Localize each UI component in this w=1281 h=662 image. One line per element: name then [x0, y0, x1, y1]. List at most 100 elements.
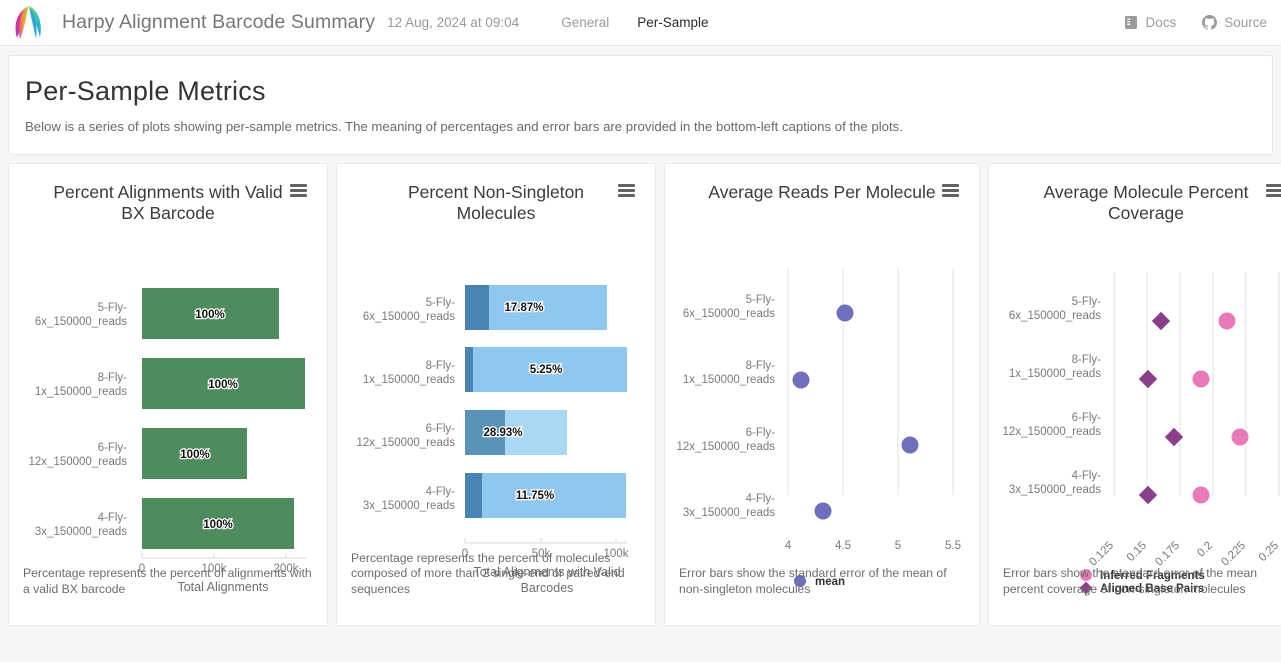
- chart-2-cat-2-line2: 12x_150000_reads: [357, 437, 456, 449]
- chart-4-xtick-1: 0.15: [1125, 540, 1149, 564]
- chart-4-cat-3-line2: 3x_150000_reads: [1009, 484, 1101, 496]
- chart-3-cat-3-line1: 4-Fly-: [746, 493, 776, 505]
- chart-3-plot-area: 5-Fly- 6x_150000_reads 8-Fly- 1x_150000_…: [665, 220, 979, 625]
- chart-1-cat-2-line2: 12x_150000_reads: [29, 456, 128, 468]
- chart-1-cat-0-line1: 5-Fly-: [98, 302, 128, 314]
- card-2-title: Percent Non-Singleton Molecules: [407, 182, 585, 223]
- chart-4-diamond-0[interactable]: [1151, 311, 1171, 331]
- chart-2-bar-1-seg-nonsingleton[interactable]: [465, 347, 473, 392]
- docs-link[interactable]: Docs: [1124, 15, 1176, 30]
- github-icon: [1202, 15, 1218, 30]
- chart-3-svg: 5-Fly- 6x_150000_reads 8-Fly- 1x_150000_…: [677, 268, 954, 520]
- card-3-caption: Error bars show the standard error of th…: [679, 566, 947, 596]
- chart-1-cat-1-line2: 1x_150000_reads: [35, 386, 127, 398]
- chart-4-xtick-0: 0.125: [1087, 540, 1116, 569]
- source-link-label: Source: [1224, 15, 1267, 30]
- chart-3-point-1[interactable]: [792, 371, 810, 389]
- chart-1-svg: 5-Fly- 6x_150000_reads 8-Fly- 1x_150000_…: [29, 288, 305, 549]
- chart-1-cat-1-line1: 8-Fly-: [98, 372, 128, 384]
- chart-4-svg: 5-Fly- 6x_150000_reads 8-Fly- 1x_150000_…: [1003, 272, 1280, 505]
- chart-1-cat-2-line1: 6-Fly-: [98, 442, 128, 454]
- chart-4-cat-0-line1: 5-Fly-: [1072, 296, 1102, 308]
- chart-3-cat-0-line2: 6x_150000_reads: [683, 308, 775, 320]
- chart-3-xtick-2: 5: [895, 540, 901, 552]
- chart-4-row-0: [1151, 311, 1236, 331]
- chart-1-cat-3-line1: 4-Fly-: [98, 512, 128, 524]
- chart-4-cat-1-line1: 8-Fly-: [1072, 354, 1102, 366]
- hamburger-menu-icon[interactable]: [618, 184, 635, 197]
- chart-1-bar-0-label: 100%: [195, 309, 224, 321]
- source-link[interactable]: Source: [1202, 15, 1267, 30]
- plot-card-row: Percent Alignments with Valid BX Barcode…: [0, 155, 1281, 626]
- chart-2-cat-0-line1: 5-Fly-: [426, 297, 456, 309]
- page-subtitle: Below is a series of plots showing per-s…: [25, 119, 903, 134]
- chart-2-cat-0-line2: 6x_150000_reads: [363, 311, 455, 323]
- chart-2-cat-2-line1: 6-Fly-: [426, 423, 456, 435]
- card-percent-non-singleton-molecules: Percent Non-Singleton Molecules 5-Fly- 6…: [336, 163, 656, 626]
- chart-4-diamond-3[interactable]: [1138, 485, 1158, 505]
- chart-3-cat-1-line1: 8-Fly-: [746, 360, 776, 372]
- chart-4-circle-1[interactable]: [1192, 370, 1210, 388]
- chart-2-bar-0-seg-nonsingleton[interactable]: [465, 285, 489, 330]
- chart-4-xtick-5: 0.25: [1257, 540, 1281, 564]
- chart-2-cat-1-line2: 1x_150000_reads: [363, 374, 455, 386]
- page-title: Per-Sample Metrics: [25, 76, 266, 106]
- chart-2-cat-3-line1: 4-Fly-: [426, 486, 456, 498]
- card-4-title: Average Molecule Percent Coverage: [1043, 182, 1249, 223]
- chart-4-circle-3[interactable]: [1192, 486, 1210, 504]
- chart-1-cat-3-line2: 3x_150000_reads: [35, 526, 127, 538]
- card-percent-alignments-valid-bx: Percent Alignments with Valid BX Barcode…: [8, 163, 328, 626]
- harpy-rainbow-feather-logo-icon[interactable]: [10, 3, 48, 43]
- chart-3-cat-3-line2: 3x_150000_reads: [683, 507, 775, 519]
- tab-per-sample[interactable]: Per-Sample: [623, 15, 722, 30]
- chart-2-bar-1-label: 5.25%: [530, 364, 563, 376]
- chart-3-cat-2-line2: 12x_150000_reads: [677, 441, 776, 453]
- chart-4-circle-2[interactable]: [1231, 428, 1249, 446]
- app-title: Harpy Alignment Barcode Summary: [62, 11, 376, 33]
- card-1-caption: Percentage represents the percent of ali…: [23, 566, 312, 596]
- chart-2-cat-1-line1: 8-Fly-: [426, 360, 456, 372]
- chart-4-xtick-3: 0.2: [1195, 540, 1215, 560]
- chart-4-cat-1-line2: 1x_150000_reads: [1009, 368, 1101, 380]
- chart-2-svg: 5-Fly- 6x_150000_reads 8-Fly- 1x_150000_…: [357, 285, 627, 518]
- chart-4-xtick-4: 0.225: [1219, 540, 1248, 569]
- chart-4-row-3: [1138, 485, 1210, 505]
- chart-4-row-1: [1138, 369, 1210, 389]
- chart-3-xtick-3: 5.5: [945, 540, 961, 552]
- hamburger-menu-icon[interactable]: [290, 184, 307, 197]
- chart-2-bar-2-label: 28.93%: [483, 427, 522, 439]
- chart-3-cat-1-line2: 1x_150000_reads: [683, 374, 775, 386]
- chart-4-cat-2-line2: 12x_150000_reads: [1003, 426, 1102, 438]
- chart-4-xtick-2: 0.175: [1153, 540, 1182, 569]
- hamburger-menu-icon[interactable]: [942, 184, 959, 197]
- chart-1-cat-0-line2: 6x_150000_reads: [35, 316, 127, 328]
- tab-general[interactable]: General: [547, 15, 623, 30]
- hamburger-menu-icon[interactable]: [1266, 184, 1281, 197]
- chart-3-point-2[interactable]: [901, 436, 919, 454]
- docs-link-label: Docs: [1145, 15, 1177, 30]
- chart-2-bar-3-seg-nonsingleton[interactable]: [465, 473, 482, 518]
- card-3-title: Average Reads Per Molecule: [708, 182, 936, 202]
- nav-tabs: General Per-Sample: [547, 15, 722, 30]
- chart-2-bar-3-label: 11.75%: [516, 490, 554, 502]
- chart-3-xtick-0: 4: [785, 540, 792, 552]
- card-average-reads-per-molecule: Average Reads Per Molecule 5-Fly- 6x_150…: [664, 163, 980, 626]
- chart-4-cat-3-line1: 4-Fly-: [1072, 470, 1102, 482]
- chart-4-diamond-1[interactable]: [1138, 369, 1158, 389]
- chart-3-cat-2-line1: 6-Fly-: [746, 427, 776, 439]
- chart-4-row-2: [1164, 427, 1249, 447]
- chart-4-circle-0[interactable]: [1218, 312, 1236, 330]
- card-1-title: Percent Alignments with Valid BX Barcode: [53, 182, 283, 223]
- top-navbar: Harpy Alignment Barcode Summary 12 Aug, …: [0, 0, 1281, 46]
- chart-4-plot-area: 5-Fly- 6x_150000_reads 8-Fly- 1x_150000_…: [989, 224, 1281, 625]
- chart-4-cat-0-line2: 6x_150000_reads: [1009, 310, 1101, 322]
- chart-3-point-3[interactable]: [814, 502, 832, 520]
- chart-2-bar-0-label: 17.87%: [504, 302, 543, 314]
- chart-3-point-0[interactable]: [836, 304, 854, 322]
- nav-right-links: Docs Source: [1124, 15, 1267, 30]
- card-4-caption: Error bars show the standard error of th…: [1003, 566, 1258, 596]
- chart-4-cat-2-line1: 6-Fly-: [1072, 412, 1102, 424]
- chart-1-bar-3-label: 100%: [203, 519, 232, 531]
- chart-1-plot-area: 5-Fly- 6x_150000_reads 8-Fly- 1x_150000_…: [9, 224, 327, 625]
- page-header-panel: Per-Sample Metrics Below is a series of …: [8, 55, 1273, 155]
